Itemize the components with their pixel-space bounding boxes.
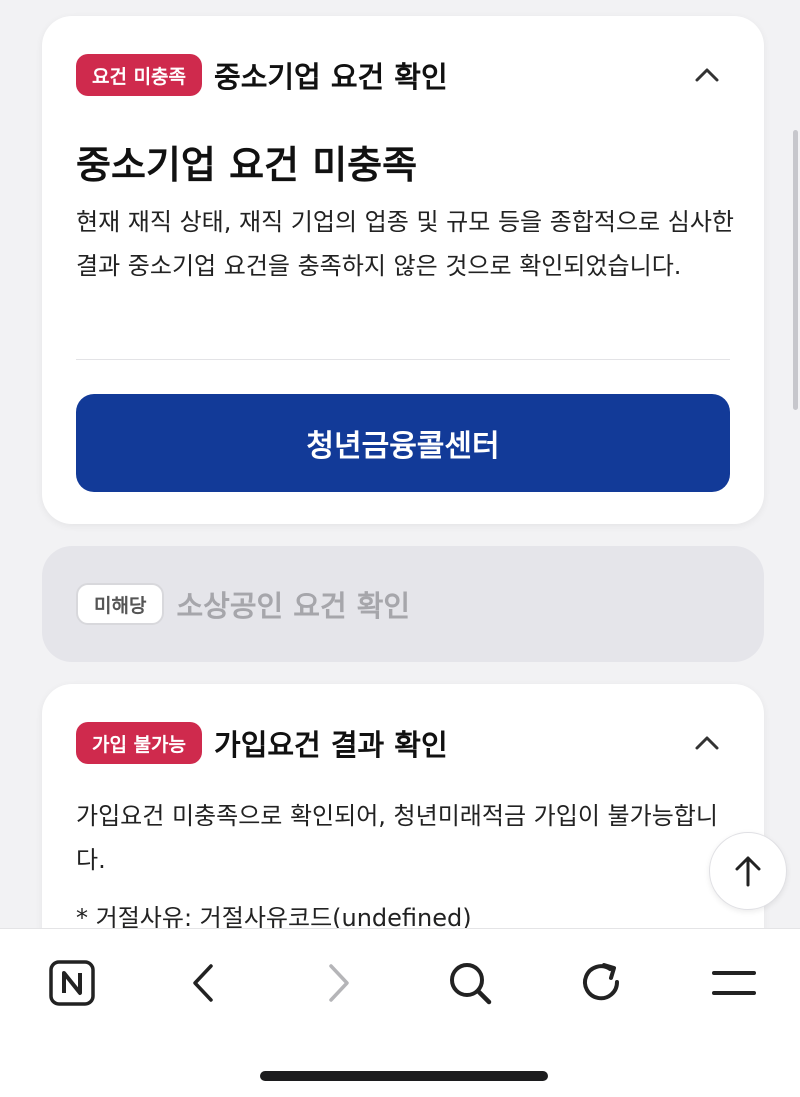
section-header-title: 가입요건 결과 확인 — [214, 728, 448, 762]
status-badge: 미해당 — [76, 583, 165, 625]
chevron-up-icon[interactable] — [690, 726, 724, 760]
arrow-up-icon — [735, 856, 761, 887]
reload-icon[interactable] — [570, 951, 634, 1015]
eligibility-card-header[interactable]: 가입 불가능 가입요건 결과 확인 — [76, 722, 730, 764]
sme-requirement-card: 요건 미충족 중소기업 요건 확인 중소기업 요건 미충족 현재 재직 상태, … — [42, 16, 764, 524]
youth-finance-callcenter-button[interactable]: 청년금융콜센터 — [76, 394, 730, 492]
section-header-title: 소상공인 요건 확인 — [176, 589, 411, 623]
status-badge: 요건 미충족 — [76, 54, 203, 96]
divider — [76, 359, 730, 360]
chevron-up-icon[interactable] — [690, 58, 724, 92]
result-title: 중소기업 요건 미충족 — [76, 143, 418, 187]
back-icon[interactable] — [172, 951, 236, 1015]
status-badge: 가입 불가능 — [76, 722, 203, 764]
scrollbar-thumb[interactable] — [793, 130, 798, 410]
sme-card-header[interactable]: 요건 미충족 중소기업 요건 확인 — [76, 54, 730, 96]
small-business-requirement-card: 미해당 소상공인 요건 확인 — [42, 546, 764, 662]
home-indicator[interactable] — [260, 1071, 548, 1081]
menu-icon[interactable] — [702, 951, 766, 1015]
forward-icon[interactable] — [306, 951, 370, 1015]
section-header-title: 중소기업 요건 확인 — [214, 60, 448, 94]
result-description: 가입요건 미충족으로 확인되어, 청년미래적금 가입이 불가능합니다. — [76, 802, 718, 874]
result-description: 현재 재직 상태, 재직 기업의 업종 및 규모 등을 종합적으로 심사한 결과… — [76, 208, 734, 280]
naver-n-icon[interactable] — [40, 951, 104, 1015]
scroll-to-top-button[interactable] — [709, 832, 787, 910]
browser-toolbar — [0, 928, 800, 1097]
small-business-card-header[interactable]: 미해당 소상공인 요건 확인 — [76, 583, 730, 625]
search-icon[interactable] — [438, 951, 502, 1015]
